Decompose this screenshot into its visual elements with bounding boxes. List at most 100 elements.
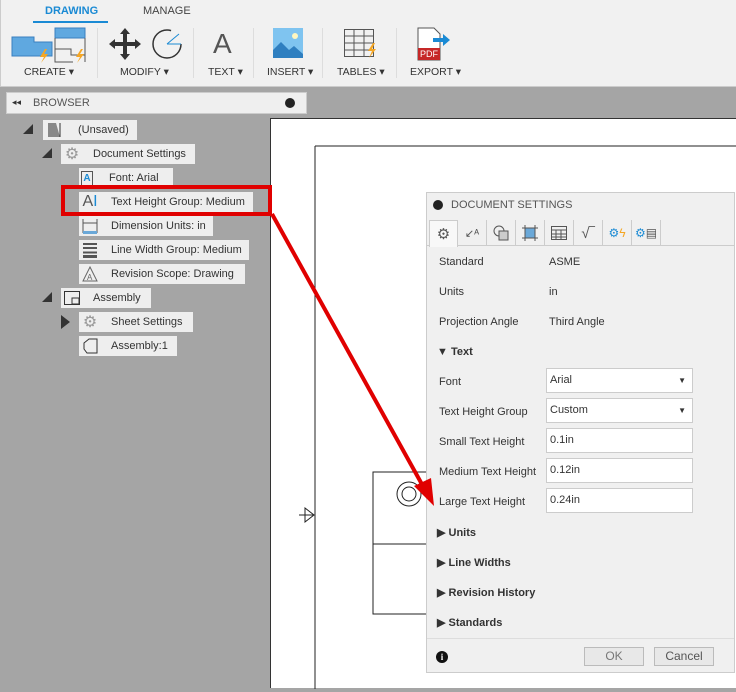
export-label: EXPORT xyxy=(410,66,453,78)
gear-icon: ⚙ xyxy=(82,314,98,331)
collapsed-toggle-icon[interactable] xyxy=(61,315,70,329)
collapse-browser-icon[interactable]: ◂◂ xyxy=(12,97,21,108)
ok-button[interactable]: OK xyxy=(584,647,644,666)
text-height-group-select[interactable]: Custom ▼ xyxy=(546,398,693,423)
divider xyxy=(322,28,323,78)
document-settings-label: Document Settings xyxy=(93,148,186,160)
expanded-icon: ▼ xyxy=(437,346,451,358)
revision-scope-label: Revision Scope: Drawing xyxy=(111,268,234,280)
tables-label: TABLES xyxy=(337,66,377,78)
modify-label: MODIFY xyxy=(120,66,161,78)
insert-label: INSERT xyxy=(267,66,306,78)
tree-line-width-group[interactable]: Line Width Group: Medium xyxy=(79,240,249,260)
pdf-label: PDF xyxy=(420,49,438,59)
units-section-label: Units xyxy=(448,527,477,539)
text-section-header[interactable]: ▼ Text xyxy=(437,346,473,358)
tab-drawing[interactable]: DRAWING xyxy=(45,5,98,17)
expand-toggle-icon[interactable] xyxy=(23,124,33,134)
font-label: Font xyxy=(439,376,462,388)
standards-section-header[interactable]: ▶ Standards xyxy=(437,616,502,629)
standard-label: Standard xyxy=(439,256,484,268)
revision-history-section-header[interactable]: ▶ Revision History xyxy=(437,586,535,599)
large-text-height-input[interactable]: 0.24in xyxy=(546,488,693,513)
revision-icon: A xyxy=(81,265,99,283)
units-value: in xyxy=(549,286,558,298)
modify-menu[interactable]: MODIFY ▾ xyxy=(120,66,169,78)
units-label: Units xyxy=(439,286,465,298)
dimension-units-label: Dimension Units: in xyxy=(111,220,206,232)
document-settings-dialog: DOCUMENT SETTINGS ⚙ ↙ᴬ √‾ ⚙ ϟ ⚙ ▤ Standard… xyxy=(426,192,735,673)
dropdown-arrow-icon: ▼ xyxy=(678,406,686,415)
tree-document-settings[interactable]: ⚙ Document Settings xyxy=(61,144,195,164)
sheet-settings-label: Sheet Settings xyxy=(111,316,183,328)
tree-assembly[interactable]: Assembly xyxy=(61,288,151,308)
browser-minimize-icon[interactable] xyxy=(285,98,295,108)
gear-icon: ⚙ xyxy=(64,146,80,163)
small-text-height-label: Small Text Height xyxy=(439,436,525,448)
create-icons[interactable] xyxy=(11,27,89,63)
create-label: CREATE xyxy=(24,66,66,78)
text-menu[interactable]: TEXT ▾ xyxy=(208,66,243,78)
projection-label: Projection Angle xyxy=(439,316,519,328)
line-widths-section-header[interactable]: ▶ Line Widths xyxy=(437,556,511,569)
font-value: Arial xyxy=(550,374,573,386)
tree-revision-scope[interactable]: A Revision Scope: Drawing xyxy=(79,264,245,284)
collapsed-icon: ▶ xyxy=(437,587,449,599)
text-label: TEXT xyxy=(208,66,235,78)
tab-annotation-icon[interactable]: ↙ᴬ xyxy=(458,220,487,246)
line-width-icon xyxy=(81,241,99,259)
line-width-group-label: Line Width Group: Medium xyxy=(111,244,242,256)
divider xyxy=(193,28,194,78)
dialog-collapse-icon[interactable] xyxy=(433,200,443,210)
collapsed-icon: ▶ xyxy=(437,557,449,569)
medium-text-height-label: Medium Text Height xyxy=(439,466,537,478)
tree-root[interactable]: (Unsaved) xyxy=(43,120,137,140)
info-icon[interactable]: i xyxy=(436,651,448,663)
insert-image-icon[interactable] xyxy=(273,28,303,58)
root-label: (Unsaved) xyxy=(78,124,129,136)
tab-table-icon[interactable] xyxy=(545,220,574,246)
standards-section-label: Standards xyxy=(448,617,503,629)
table-icon[interactable] xyxy=(344,29,378,59)
large-text-height-label: Large Text Height xyxy=(439,496,526,508)
collapsed-icon: ▶ xyxy=(437,527,449,539)
tree-dimension-units[interactable]: Dimension Units: in xyxy=(79,216,213,236)
highlight-box xyxy=(61,185,272,216)
assembly-label: Assembly xyxy=(93,292,141,304)
tree-sheet-settings[interactable]: ⚙ Sheet Settings xyxy=(79,312,193,332)
cancel-button[interactable]: Cancel xyxy=(654,647,714,666)
assembly-component-label: Assembly:1 xyxy=(111,340,168,352)
tables-menu[interactable]: TABLES ▾ xyxy=(337,66,385,78)
text-icon[interactable]: A xyxy=(213,28,232,60)
dimension-icon xyxy=(81,217,99,235)
tab-hatch-icon[interactable] xyxy=(516,220,545,246)
tab-sheet-settings-icon[interactable]: ⚙ ▤ xyxy=(632,220,661,246)
component-icon xyxy=(81,337,99,355)
font-select[interactable]: Arial ▼ xyxy=(546,368,693,393)
divider xyxy=(396,28,397,78)
tree-assembly-component[interactable]: Assembly:1 xyxy=(79,336,177,356)
revision-history-section-label: Revision History xyxy=(448,587,536,599)
modify-icons[interactable] xyxy=(109,27,187,61)
tab-automation-icon[interactable]: ⚙ ϟ xyxy=(603,220,632,246)
tab-manage[interactable]: MANAGE xyxy=(143,5,191,17)
text-height-group-label: Text Height Group xyxy=(439,406,528,418)
tab-surface-texture-icon[interactable]: √‾ xyxy=(574,220,603,246)
browser-title: BROWSER xyxy=(33,97,90,109)
export-menu[interactable]: EXPORT ▾ xyxy=(410,66,461,78)
tab-general-gear-icon[interactable]: ⚙ xyxy=(429,220,458,247)
font-label: Font: Arial xyxy=(109,172,159,184)
create-menu[interactable]: CREATE ▾ xyxy=(24,66,74,78)
expand-toggle-icon[interactable] xyxy=(42,148,52,158)
active-tab-underline xyxy=(33,21,108,23)
tab-view-icon[interactable] xyxy=(487,220,516,246)
text-height-group-value: Custom xyxy=(550,404,588,416)
expand-toggle-icon[interactable] xyxy=(42,292,52,302)
small-text-height-input[interactable]: 0.1in xyxy=(546,428,693,453)
units-section-header[interactable]: ▶ Units xyxy=(437,526,476,539)
dialog-title: DOCUMENT SETTINGS xyxy=(451,199,573,211)
insert-menu[interactable]: INSERT ▾ xyxy=(267,66,313,78)
font-icon: A xyxy=(81,170,93,186)
medium-text-height-input[interactable]: 0.12in xyxy=(546,458,693,483)
divider xyxy=(97,28,98,78)
